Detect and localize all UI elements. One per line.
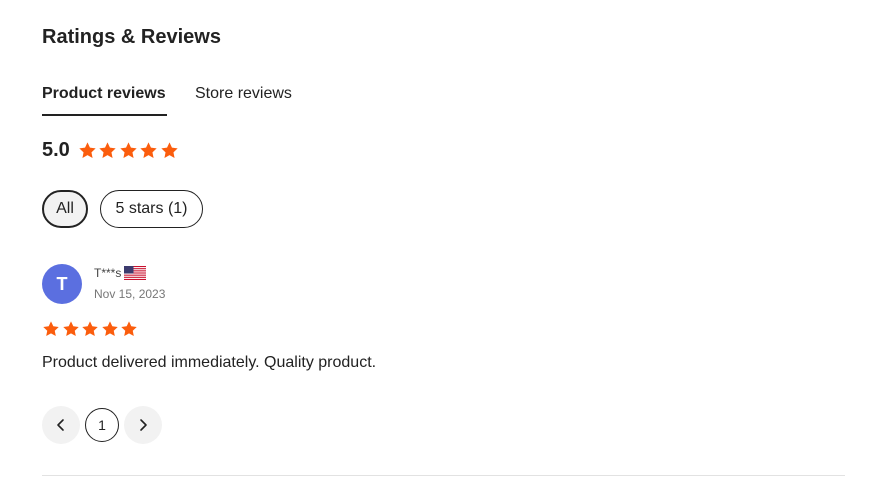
rating-summary: 5.0 [42,139,180,162]
review-text: Product delivered immediately. Quality p… [42,354,377,371]
star-icon [62,321,79,337]
reviewer-info: T***s [94,266,147,280]
us-flag-icon [124,266,147,280]
previous-page-button[interactable] [42,406,80,444]
pagination: 1 [42,406,167,444]
review-rating-stars [42,320,140,338]
tab-store-reviews[interactable]: Store reviews [195,84,292,104]
page-number-button[interactable]: 1 [85,408,119,442]
reviewer-name: T***s [94,266,122,280]
star-icon [120,142,137,158]
section-divider [42,475,845,476]
average-rating-score: 5.0 [42,139,70,161]
rating-filters: All 5 stars (1) [42,190,215,228]
chevron-right-icon [140,419,147,431]
star-icon [82,321,98,337]
star-icon [161,142,178,158]
star-icon [99,142,116,158]
section-title: Ratings & Reviews [42,26,221,48]
avatar: T [42,264,82,304]
filter-5-stars-button[interactable]: 5 stars (1) [100,190,203,228]
review-date: Nov 15, 2023 [94,287,166,301]
next-page-button[interactable] [124,406,162,444]
active-tab-indicator [42,114,167,116]
tab-product-reviews[interactable]: Product reviews [42,84,166,104]
chevron-left-icon [57,419,64,431]
star-icon [121,321,138,337]
star-icon [102,321,118,337]
average-rating-stars [78,141,181,160]
star-icon [79,142,96,158]
star-icon [140,142,157,158]
filter-all-button[interactable]: All [42,190,88,228]
star-icon [43,321,59,337]
